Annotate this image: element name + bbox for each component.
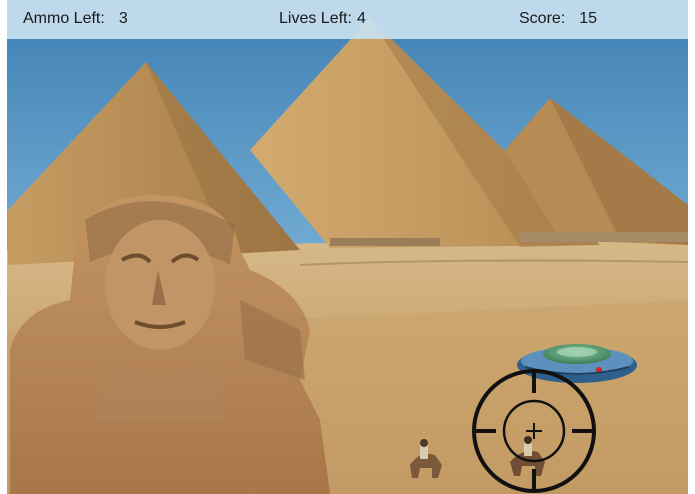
game-stage[interactable]: Ammo Left: 3 Lives Left: 4 Score: 15 bbox=[0, 0, 695, 494]
ammo-value: 3 bbox=[118, 10, 128, 27]
score-counter: Score: 15 bbox=[519, 10, 597, 28]
lives-value: 4 bbox=[356, 10, 366, 27]
crosshair-icon[interactable] bbox=[470, 367, 598, 494]
ammo-counter: Ammo Left: 3 bbox=[23, 10, 128, 28]
score-label: Score: bbox=[519, 10, 566, 27]
hud-bar: Ammo Left: 3 Lives Left: 4 Score: 15 bbox=[7, 0, 688, 39]
lives-label: Lives Left: bbox=[279, 10, 352, 27]
ammo-label: Ammo Left: bbox=[23, 10, 105, 27]
lives-counter: Lives Left: 4 bbox=[279, 10, 366, 28]
score-value: 15 bbox=[579, 10, 598, 27]
